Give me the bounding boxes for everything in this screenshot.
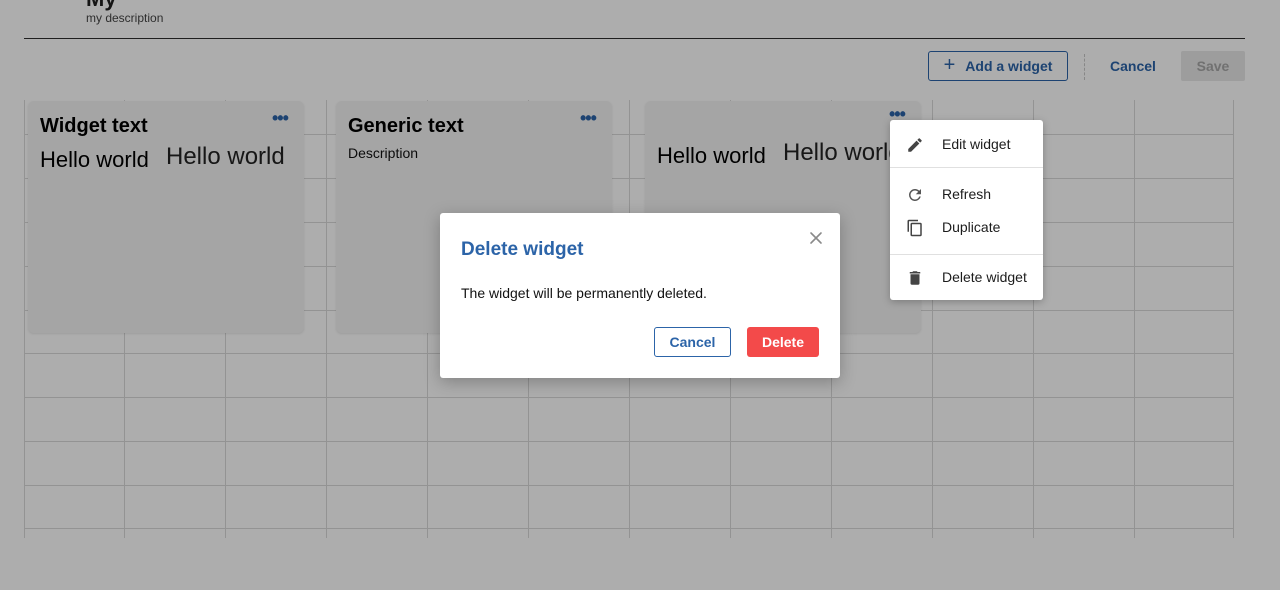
menu-item-delete-widget[interactable]: Delete widget <box>890 262 1043 292</box>
pencil-icon <box>906 136 924 154</box>
refresh-icon <box>906 186 924 204</box>
menu-item-duplicate[interactable]: Duplicate <box>890 212 1043 242</box>
copy-icon <box>906 219 924 237</box>
trash-icon <box>906 269 924 287</box>
dialog-delete-button[interactable]: Delete <box>747 327 819 357</box>
menu-divider <box>890 167 1043 168</box>
menu-item-label: Edit widget <box>942 136 1011 152</box>
close-icon[interactable] <box>806 228 826 248</box>
menu-item-refresh[interactable]: Refresh <box>890 179 1043 209</box>
widget-context-menu: Edit widget Refresh Duplicate Delete wid… <box>890 120 1043 300</box>
menu-item-label: Refresh <box>942 186 992 202</box>
menu-divider <box>890 254 1043 255</box>
menu-item-label: Delete widget <box>942 269 1027 285</box>
menu-item-label: Duplicate <box>942 219 1001 235</box>
dialog-title: Delete widget <box>461 239 584 260</box>
dialog-cancel-button[interactable]: Cancel <box>654 327 731 357</box>
dialog-message: The widget will be permanently deleted. <box>461 285 707 301</box>
menu-item-edit-widget[interactable]: Edit widget <box>890 129 1043 159</box>
delete-widget-dialog: Delete widget The widget will be permane… <box>440 213 840 378</box>
